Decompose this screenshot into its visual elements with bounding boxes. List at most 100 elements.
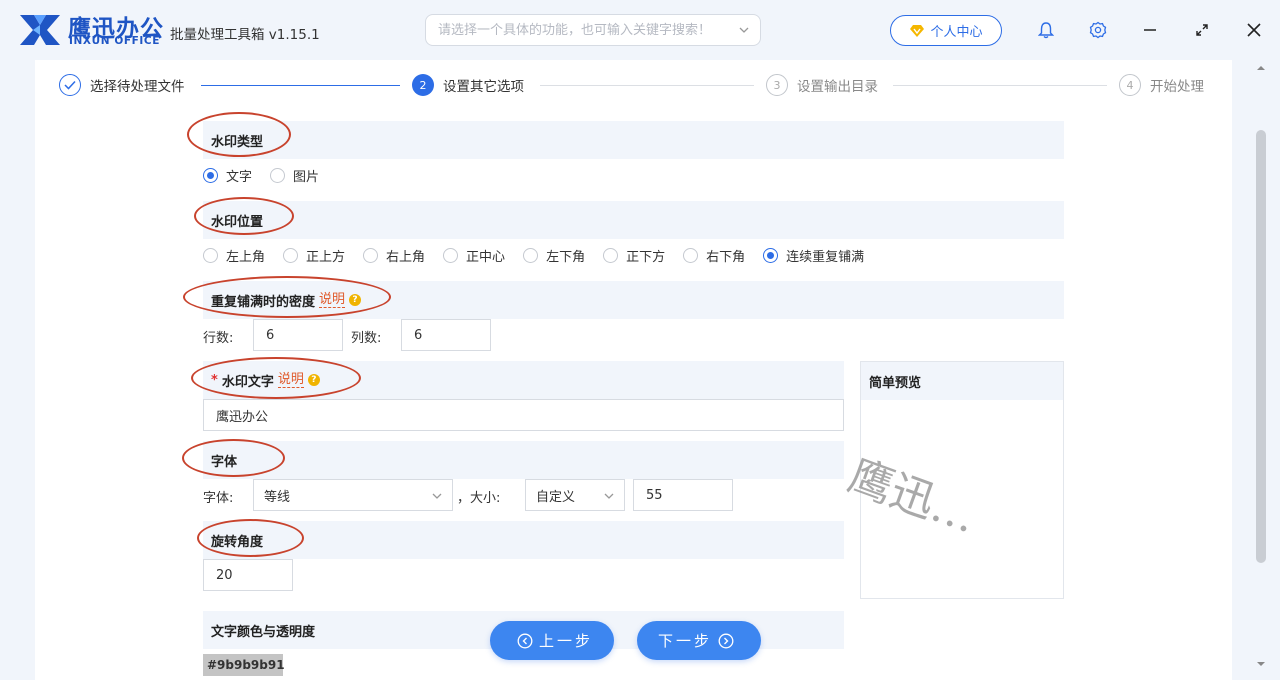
radio-label: 正下方	[626, 249, 666, 265]
section-watermark-text: * 水印文字 说明 ?	[203, 361, 844, 399]
section-watermark-position: 水印位置	[203, 201, 1064, 239]
step-connector	[201, 85, 400, 86]
preview-panel: 简单预览 鹰迅…	[842, 361, 1064, 599]
rows-label: 行数:	[203, 331, 234, 346]
size-mode-select[interactable]: 自定义	[525, 479, 625, 511]
radio-label: 正中心	[466, 249, 506, 265]
bell-icon[interactable]	[1036, 20, 1056, 40]
user-center-label: 个人中心	[930, 25, 983, 40]
font-size-input[interactable]: 55	[633, 479, 733, 511]
section-title: 旋转角度	[211, 534, 264, 550]
app-header: 鹰迅办公 INXUN OFFICE 批量处理工具箱 v1.15.1 个人中心	[0, 0, 1280, 60]
section-title: 水印文字	[221, 374, 274, 390]
radio-label: 图片	[293, 169, 320, 185]
radio-dot[interactable]	[683, 247, 699, 263]
chevron-down-icon[interactable]	[738, 24, 750, 36]
scroll-down-icon[interactable]	[1256, 660, 1266, 668]
radio-label: 右上角	[386, 249, 426, 265]
radio-tile-repeat[interactable]: 连续重复铺满	[763, 246, 864, 265]
radio-dot[interactable]	[203, 247, 218, 263]
section-rotation: 旋转角度	[203, 521, 844, 559]
radio-label: 连续重复铺满	[786, 249, 865, 265]
step-connector	[540, 85, 754, 86]
logo-text-en: INXUN OFFICE	[69, 35, 161, 47]
arrow-left-circle-icon	[517, 633, 533, 648]
maximize-icon[interactable]	[1192, 20, 1212, 40]
section-title: 字体	[211, 454, 238, 470]
search-input[interactable]	[438, 15, 734, 45]
font-select[interactable]: 等线	[253, 479, 453, 511]
step-connector	[893, 85, 1107, 86]
next-step-label: 下一步	[657, 632, 712, 650]
radio-image[interactable]: 图片	[270, 166, 319, 185]
watermark-type-radios: 文字 图片	[203, 165, 337, 185]
font-label: 字体:	[203, 491, 234, 506]
question-icon[interactable]: ?	[349, 294, 362, 306]
radio-top-right[interactable]: 右上角	[363, 246, 425, 265]
radio-dot[interactable]	[523, 247, 539, 263]
scroll-up-icon[interactable]	[1256, 64, 1266, 72]
section-font: 字体	[203, 441, 844, 479]
section-title: 重复铺满时的密度	[211, 294, 316, 310]
help-link[interactable]: 说明	[319, 292, 346, 308]
search-box[interactable]	[425, 14, 761, 46]
prev-step-button[interactable]: 上一步	[490, 621, 614, 660]
cols-input[interactable]: 6	[401, 319, 491, 351]
close-icon[interactable]	[1244, 20, 1264, 40]
question-icon[interactable]: ?	[307, 374, 320, 386]
next-step-button[interactable]: 下一步	[637, 621, 761, 660]
color-picker[interactable]: #9b9b9b91	[203, 654, 285, 676]
radio-dot[interactable]	[270, 167, 286, 183]
radio-top-center[interactable]: 正上方	[283, 246, 345, 265]
radio-bottom-right[interactable]: 右下角	[683, 246, 745, 265]
step-label: 设置其它选项	[443, 79, 524, 95]
radio-text[interactable]: 文字	[203, 166, 252, 185]
step-other-options[interactable]: 2 设置其它选项	[412, 73, 524, 97]
preview-title: 简单预览	[861, 362, 1063, 400]
step-number: 4	[1119, 74, 1141, 96]
rotation-input[interactable]: 20	[203, 559, 293, 591]
cols-label: 列数:	[351, 331, 382, 346]
preview-watermark: 鹰迅…	[841, 450, 984, 544]
radio-bottom-center[interactable]: 正下方	[603, 246, 665, 265]
radio-top-left[interactable]: 左上角	[203, 246, 265, 265]
inxun-logo-icon	[20, 15, 60, 45]
gear-icon[interactable]	[1088, 20, 1108, 40]
step-select-files[interactable]: 选择待处理文件	[59, 73, 185, 97]
radio-dot[interactable]	[443, 247, 459, 263]
size-mode-value: 自定义	[536, 489, 576, 505]
radio-bottom-left[interactable]: 左下角	[523, 246, 585, 265]
radio-dot[interactable]	[363, 247, 379, 263]
section-title: 水印位置	[211, 214, 264, 230]
step-number: 2	[412, 74, 434, 96]
radio-dot[interactable]	[203, 167, 218, 183]
section-watermark-type: 水印类型	[203, 121, 1064, 159]
section-title: 文字颜色与透明度	[211, 624, 316, 640]
radio-label: 文字	[226, 169, 253, 185]
radio-label: 左下角	[546, 249, 586, 265]
watermark-position-radios: 左上角 正上方 右上角 正中心 左下角 正下方 右下角 连续重复铺满	[203, 245, 882, 265]
scrollbar-thumb[interactable]	[1256, 130, 1266, 563]
user-center-button[interactable]: 个人中心	[890, 15, 1002, 46]
radio-center[interactable]: 正中心	[443, 246, 505, 265]
step-label: 开始处理	[1150, 79, 1204, 95]
radio-dot[interactable]	[763, 247, 779, 263]
required-mark: *	[211, 372, 218, 388]
radio-dot[interactable]	[283, 247, 299, 263]
radio-dot[interactable]	[603, 247, 619, 263]
chevron-down-icon	[604, 493, 614, 499]
rows-input[interactable]: 6	[253, 319, 343, 351]
radio-label: 左上角	[226, 249, 266, 265]
app-title: 批量处理工具箱 v1.15.1	[170, 27, 320, 43]
minimize-icon[interactable]	[1140, 20, 1160, 40]
font-select-value: 等线	[264, 489, 291, 505]
help-link[interactable]: 说明	[277, 372, 304, 388]
watermark-text-input[interactable]: 鹰迅办公	[203, 399, 844, 431]
step-start-processing[interactable]: 4 开始处理	[1119, 73, 1204, 97]
step-output-dir[interactable]: 3 设置输出目录	[766, 73, 878, 97]
vip-diamond-icon	[910, 24, 925, 37]
size-label: ，大小:	[457, 491, 501, 506]
step-label: 选择待处理文件	[90, 79, 185, 95]
section-density: 重复铺满时的密度 说明 ?	[203, 281, 1064, 319]
radio-label: 右下角	[706, 249, 746, 265]
